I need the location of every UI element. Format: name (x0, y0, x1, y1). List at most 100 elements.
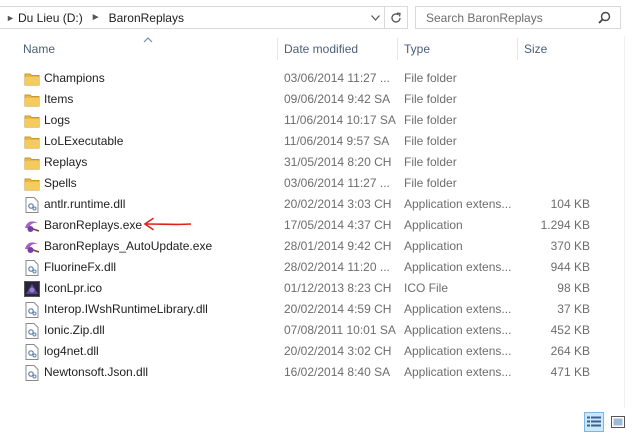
file-type: Application extens... (404, 323, 512, 337)
file-name[interactable]: LoLExecutable (44, 131, 276, 152)
file-name[interactable]: antlr.runtime.dll (44, 194, 276, 215)
folder-icon (24, 152, 40, 173)
folder-icon (24, 89, 40, 110)
breadcrumb-root-arrow-icon[interactable]: ► (0, 13, 18, 23)
file-name[interactable]: Spells (44, 173, 276, 194)
file-row[interactable]: log4net.dll 20/02/2014 3:02 CH Applicati… (0, 341, 600, 362)
sort-ascending-icon (143, 37, 153, 43)
file-date: 11/06/2014 10:17 SA (284, 113, 396, 127)
folder-icon (24, 110, 40, 131)
chevron-down-icon[interactable] (366, 7, 384, 28)
file-row[interactable]: FluorineFx.dll 28/02/2014 11:20 ... Appl… (0, 257, 600, 278)
file-row[interactable]: IconLpr.ico 01/12/2013 8:23 CH ICO File … (0, 278, 600, 299)
file-type: Application extens... (404, 197, 512, 211)
dll-file-icon (24, 362, 40, 383)
navigation-bar: ► Du Lieu (D:) ► BaronReplays Search Bar… (0, 0, 634, 36)
column-header: Name Date modified Type Size (0, 36, 634, 62)
file-row[interactable]: Spells 03/06/2014 11:27 ... File folder (0, 173, 600, 194)
breadcrumb-separator-icon[interactable]: ► (91, 12, 101, 23)
dll-file-icon (24, 257, 40, 278)
file-date: 17/05/2014 4:37 CH (284, 218, 392, 232)
file-name[interactable]: Ionic.Zip.dll (44, 320, 276, 341)
file-size (518, 110, 590, 131)
file-row[interactable]: Interop.IWshRuntimeLibrary.dll 20/02/201… (0, 299, 600, 320)
file-row[interactable]: antlr.runtime.dll 20/02/2014 3:03 CH App… (0, 194, 600, 215)
file-type: File folder (404, 113, 457, 127)
file-type: File folder (404, 71, 457, 85)
file-size: 370 KB (550, 239, 590, 253)
file-type: File folder (404, 155, 457, 169)
file-type: Application extens... (404, 260, 512, 274)
file-size: 471 KB (550, 365, 590, 379)
file-name[interactable]: BaronReplays_AutoUpdate.exe (44, 236, 276, 257)
file-date: 31/05/2014 8:20 CH (284, 155, 392, 169)
file-row[interactable]: Logs 11/06/2014 10:17 SA File folder (0, 110, 600, 131)
file-date: 03/06/2014 11:27 ... (284, 176, 390, 190)
file-row[interactable]: Ionic.Zip.dll 07/08/2011 10:01 SA Applic… (0, 320, 600, 341)
file-size (518, 89, 590, 110)
file-size (518, 173, 590, 194)
column-date-modified[interactable]: Date modified (278, 36, 358, 62)
file-size: 452 KB (550, 323, 590, 337)
file-type: Application (404, 218, 463, 232)
search-box[interactable]: Search BaronReplays (415, 6, 621, 29)
file-size: 264 KB (550, 344, 590, 358)
search-input[interactable]: Search BaronReplays (416, 11, 594, 25)
file-size (518, 131, 590, 152)
file-size: 944 KB (550, 260, 590, 274)
refresh-icon[interactable] (384, 7, 407, 28)
file-size: 104 KB (550, 197, 590, 211)
file-date: 28/02/2014 11:20 ... (284, 260, 390, 274)
file-size (518, 152, 590, 173)
file-name[interactable]: Items (44, 89, 276, 110)
file-date: 03/06/2014 11:27 ... (284, 71, 390, 85)
red-arrow-icon (143, 217, 192, 231)
file-name[interactable]: Newtonsoft.Json.dll (44, 362, 276, 383)
details-view-icon[interactable] (584, 412, 604, 432)
column-name[interactable]: Name (17, 36, 55, 62)
breadcrumb-drive[interactable]: Du Lieu (D:) (18, 11, 83, 25)
baron-app-icon (24, 215, 40, 236)
column-size[interactable]: Size (518, 36, 547, 62)
file-date: 07/08/2011 10:01 SA (284, 323, 396, 337)
address-bar[interactable]: ► Du Lieu (D:) ► BaronReplays (0, 6, 408, 29)
file-date: 09/06/2014 9:42 SA (284, 92, 391, 106)
status-bar (0, 408, 634, 435)
file-name[interactable]: FluorineFx.dll (44, 257, 276, 278)
folder-icon (24, 68, 40, 89)
file-type: Application extens... (404, 365, 512, 379)
folder-icon (24, 131, 40, 152)
file-date: 01/12/2013 8:23 CH (284, 281, 392, 295)
file-name[interactable]: IconLpr.ico (44, 278, 276, 299)
file-row[interactable]: BaronReplays_AutoUpdate.exe 28/01/2014 9… (0, 236, 600, 257)
file-name[interactable]: log4net.dll (44, 341, 276, 362)
file-type: File folder (404, 134, 457, 148)
file-row[interactable]: Newtonsoft.Json.dll 16/02/2014 8:40 SA A… (0, 362, 600, 383)
file-name[interactable]: Logs (44, 110, 276, 131)
file-row[interactable]: BaronReplays.exe 17/05/2014 4:37 CH Appl… (0, 215, 600, 236)
file-row[interactable]: Items 09/06/2014 9:42 SA File folder (0, 89, 600, 110)
breadcrumb-folder[interactable]: BaronReplays (109, 11, 184, 25)
scroll-divider (624, 36, 625, 408)
file-size: 1.294 KB (540, 218, 590, 232)
file-row[interactable]: Champions 03/06/2014 11:27 ... File fold… (0, 68, 600, 89)
column-type[interactable]: Type (398, 36, 430, 62)
dll-file-icon (24, 320, 40, 341)
file-row[interactable]: LoLExecutable 11/06/2014 9:57 SA File fo… (0, 131, 600, 152)
file-type: File folder (404, 176, 457, 190)
file-type: ICO File (404, 281, 449, 295)
file-type: Application (404, 239, 463, 253)
file-size (518, 68, 590, 89)
file-name[interactable]: Champions (44, 68, 276, 89)
file-date: 28/01/2014 9:42 CH (284, 239, 392, 253)
file-name[interactable]: Replays (44, 152, 276, 173)
file-date: 16/02/2014 8:40 SA (284, 365, 391, 379)
search-icon[interactable] (594, 8, 614, 28)
file-name[interactable]: Interop.IWshRuntimeLibrary.dll (44, 299, 276, 320)
file-row[interactable]: Replays 31/05/2014 8:20 CH File folder (0, 152, 600, 173)
folder-icon (24, 173, 40, 194)
file-date: 11/06/2014 9:57 SA (284, 134, 390, 148)
ico-file-icon (24, 278, 40, 299)
file-date: 20/02/2014 3:02 CH (284, 344, 392, 358)
large-icons-view-icon[interactable] (608, 412, 628, 432)
